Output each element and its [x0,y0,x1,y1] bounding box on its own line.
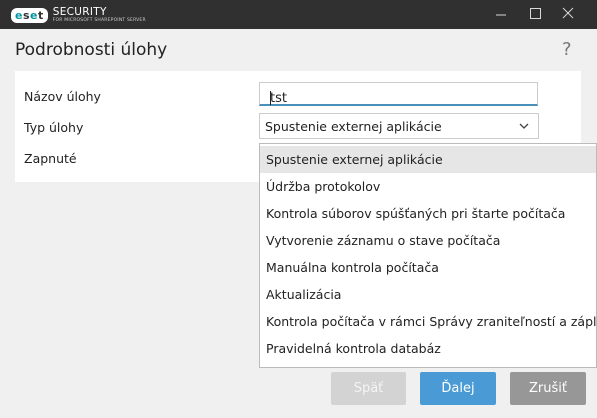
task-name-value: tst [270,91,287,106]
dropdown-option[interactable]: Kontrola súborov spúšťaných pri štarte p… [260,200,596,227]
page-title: Podrobnosti úlohy [15,40,168,60]
dropdown-option[interactable]: Pravidelná kontrola databáz [260,335,596,362]
task-type-label: Typ úlohy [24,120,84,135]
task-name-input[interactable]: tst [259,82,538,106]
eset-logo-mark: eset [11,7,48,23]
dropdown-option[interactable]: Údržba protokolov [260,173,596,200]
cancel-button[interactable]: Zrušiť [510,372,586,405]
product-subtitle: FOR MICROSOFT SHAREPOINT SERVER [52,17,146,23]
enabled-label: Zapnuté [24,151,77,166]
dropdown-option[interactable]: Aktualizácia [260,281,596,308]
next-button[interactable]: Ďalej [420,372,496,405]
close-icon[interactable] [558,5,578,23]
dropdown-option[interactable]: Kontrola počítača v rámci Správy zranite… [260,308,597,335]
text-caret [270,91,271,105]
eset-logo: eset SECURITY FOR MICROSOFT SHAREPOINT S… [11,7,146,23]
task-type-select[interactable]: Spustenie externej aplikácie [259,113,539,139]
dropdown-option[interactable]: Vytvorenie záznamu o stave počítača [260,227,596,254]
maximize-icon[interactable] [525,5,545,23]
task-type-value: Spustenie externej aplikácie [265,119,442,134]
minimize-icon[interactable] [491,5,511,23]
task-name-label: Názov úlohy [24,89,101,104]
product-name: SECURITY [52,6,107,18]
chevron-down-icon [518,120,530,134]
title-bar: eset SECURITY FOR MICROSOFT SHAREPOINT S… [0,0,597,29]
dropdown-option[interactable]: Manuálna kontrola počítača [260,254,596,281]
dropdown-option[interactable]: Spustenie externej aplikácie [260,146,596,173]
task-type-dropdown: Spustenie externej aplikácie Údržba prot… [259,143,597,368]
help-icon[interactable]: ? [562,39,572,60]
back-button[interactable]: Späť [331,372,406,405]
